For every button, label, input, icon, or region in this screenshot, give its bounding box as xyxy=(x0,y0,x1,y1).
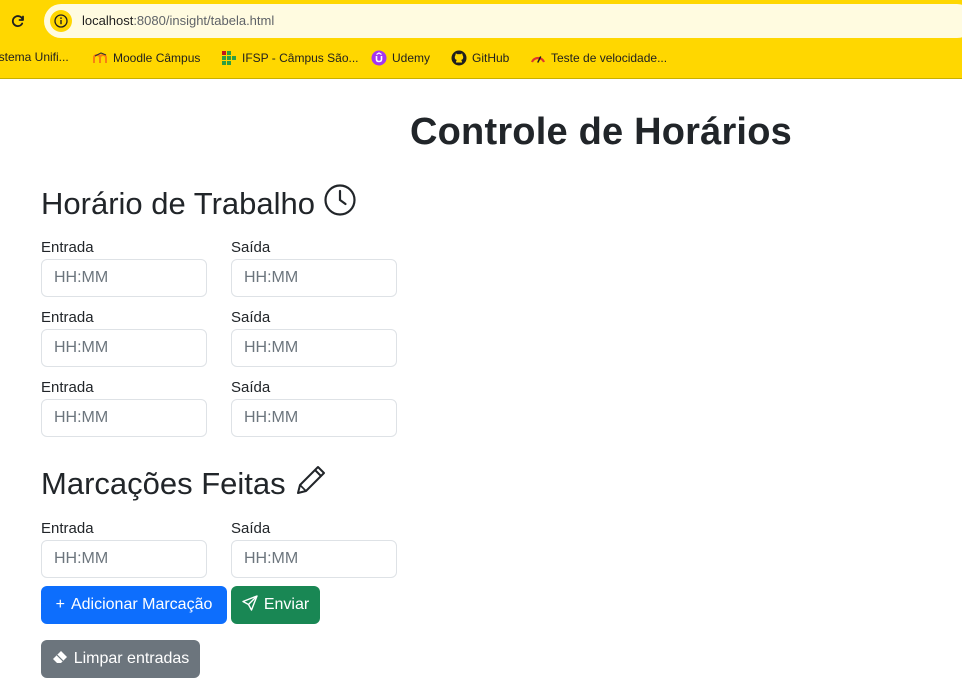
entrada-label: Entrada xyxy=(41,239,94,256)
marks-heading: Marcações Feitas xyxy=(41,463,328,505)
clear-entries-button[interactable]: Limpar entradas xyxy=(41,640,200,678)
send-button[interactable]: Enviar xyxy=(231,586,320,624)
url-path: :8080/insight/tabela.html xyxy=(133,13,275,28)
bookmark-moodle[interactable]: Moodle Câmpus xyxy=(92,50,200,66)
work-schedule-title: Horário de Trabalho xyxy=(41,186,315,221)
send-label: Enviar xyxy=(263,596,310,613)
work-schedule-heading: Horário de Trabalho xyxy=(41,183,357,225)
pencil-icon xyxy=(294,463,328,505)
udemy-icon xyxy=(371,50,387,66)
clock-icon xyxy=(323,183,357,225)
mark-entrada-input[interactable] xyxy=(41,540,207,578)
work-entrada-input-3[interactable] xyxy=(41,399,207,437)
saida-label: Saída xyxy=(231,309,271,326)
bookmark-speedtest[interactable]: Teste de velocidade... xyxy=(530,50,667,66)
add-mark-button[interactable]: + Adicionar Marcação xyxy=(41,586,227,624)
eraser-icon xyxy=(52,649,68,670)
bookmark-label: Teste de velocidade... xyxy=(551,51,668,65)
moodle-icon xyxy=(92,50,108,66)
site-info-icon[interactable] xyxy=(50,10,72,32)
url-text[interactable]: localhost:8080/insight/tabela.html xyxy=(82,13,274,28)
bookmarks-bar: istema Unifi... Moodle Câmpus IFSP - Câm… xyxy=(0,46,962,70)
bookmark-label: GitHub xyxy=(472,51,510,65)
saida-label: Saída xyxy=(231,379,271,396)
bookmark-label: Udemy xyxy=(392,51,431,65)
send-icon xyxy=(242,594,258,616)
bookmark-github[interactable]: GitHub xyxy=(451,50,509,66)
work-entrada-input-2[interactable] xyxy=(41,329,207,367)
work-saida-input-1[interactable] xyxy=(231,259,397,297)
mark-saida-input[interactable] xyxy=(231,540,397,578)
ifsp-icon xyxy=(221,50,237,66)
chrome-divider xyxy=(0,78,962,79)
entrada-label: Entrada xyxy=(41,309,94,326)
github-icon xyxy=(451,50,467,66)
entrada-label: Entrada xyxy=(41,379,94,396)
bookmark-sistema[interactable]: istema Unifi... xyxy=(0,50,69,64)
bookmark-label: IFSP - Câmpus São... xyxy=(242,51,359,65)
clear-entries-label: Limpar entradas xyxy=(73,650,190,667)
bookmark-label: istema Unifi... xyxy=(0,50,69,64)
page-title: Controle de Horários xyxy=(410,111,792,153)
bookmark-ifsp[interactable]: IFSP - Câmpus São... xyxy=(221,50,359,66)
speedtest-icon xyxy=(530,50,546,66)
bookmark-label: Moodle Câmpus xyxy=(113,51,201,65)
browser-chrome: localhost:8080/insight/tabela.html istem… xyxy=(0,0,962,79)
add-mark-label: Adicionar Marcação xyxy=(70,596,213,613)
plus-icon: + xyxy=(55,596,65,613)
saida-label: Saída xyxy=(231,239,271,256)
marks-title: Marcações Feitas xyxy=(41,466,286,501)
reload-icon[interactable] xyxy=(8,11,28,31)
url-host: localhost xyxy=(82,13,134,28)
saida-label: Saída xyxy=(231,520,271,537)
work-saida-input-2[interactable] xyxy=(231,329,397,367)
entrada-label: Entrada xyxy=(41,520,94,537)
work-saida-input-3[interactable] xyxy=(231,399,397,437)
bookmark-udemy[interactable]: Udemy xyxy=(371,50,430,66)
work-entrada-input-1[interactable] xyxy=(41,259,207,297)
